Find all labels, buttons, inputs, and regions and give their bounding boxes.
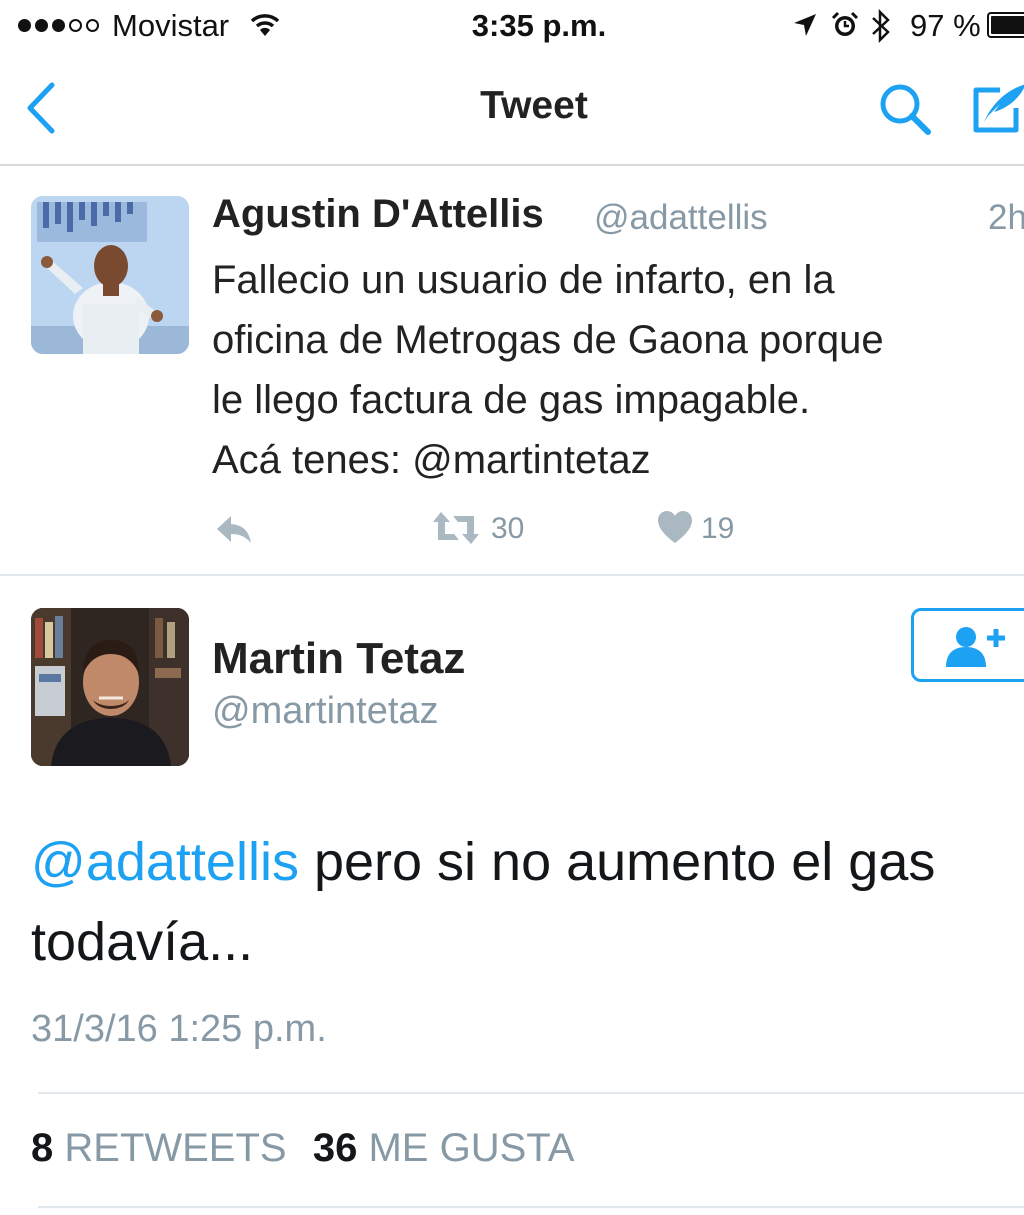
battery-icon	[987, 12, 1024, 38]
page-title: Tweet	[480, 84, 588, 127]
mention-link[interactable]: @adattellis	[31, 832, 299, 892]
avatar[interactable]	[31, 608, 189, 766]
compose-tweet-button[interactable]	[970, 78, 1024, 143]
author-name[interactable]: Agustin D'Attellis	[212, 192, 544, 237]
tweet-time-ago: 2h	[988, 198, 1024, 237]
likes-count[interactable]: 36	[313, 1126, 358, 1170]
compose-tweet-icon	[973, 84, 1024, 133]
tweet-stats: 8 RETWEETS 36 ME GUSTA	[31, 1126, 574, 1171]
divider	[38, 1092, 1024, 1094]
author-handle[interactable]: @adattellis	[594, 198, 768, 238]
retweets-label[interactable]: RETWEETS	[64, 1126, 286, 1170]
tweet-text: Fallecio un usuario de infarto, en la of…	[212, 258, 884, 482]
location-arrow-icon	[792, 12, 818, 43]
author-handle[interactable]: @martintetaz	[212, 690, 439, 733]
status-bar: Movistar 3:35 p.m. 97 %	[0, 0, 1024, 56]
like-button[interactable]	[657, 510, 693, 549]
alarm-clock-icon	[831, 11, 859, 44]
like-count: 19	[701, 512, 735, 545]
battery-percentage: 97 %	[910, 8, 981, 43]
main-tweet: Martin Tetaz @martintetaz @adattellis pe…	[0, 576, 1024, 1215]
reply-button[interactable]	[213, 512, 253, 551]
retweet-button[interactable]	[431, 510, 481, 551]
avatar[interactable]	[31, 196, 189, 354]
author-name[interactable]: Martin Tetaz	[212, 634, 465, 684]
likes-label[interactable]: ME GUSTA	[368, 1126, 574, 1170]
heart-icon	[658, 511, 692, 543]
bluetooth-icon	[870, 8, 892, 49]
tweet-text: @adattellis pero si no aumento el gas to…	[31, 822, 1021, 982]
navigation-bar: Tweet	[0, 56, 1024, 166]
follow-user-icon	[946, 627, 1005, 667]
search-button[interactable]	[878, 82, 932, 141]
divider	[38, 1206, 1024, 1208]
tweet-timestamp: 31/3/16 1:25 p.m.	[31, 1008, 327, 1050]
retweet-count: 30	[491, 512, 525, 545]
parent-tweet[interactable]: Agustin D'Attellis @adattellis 2h Fallec…	[0, 166, 1024, 576]
retweets-count[interactable]: 8	[31, 1126, 53, 1170]
reply-icon	[217, 516, 251, 543]
tweet-detail-screen: Movistar 3:35 p.m. 97 % Tweet Agustin D'…	[0, 0, 1024, 1215]
follow-button[interactable]	[911, 608, 1024, 682]
search-icon	[880, 84, 931, 135]
retweet-icon	[433, 512, 479, 544]
